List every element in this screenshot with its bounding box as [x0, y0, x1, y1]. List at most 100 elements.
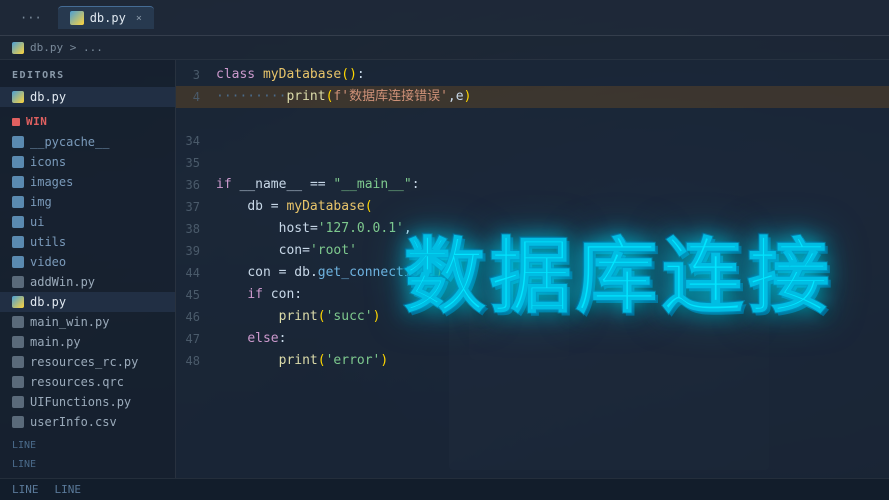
- status-line-bottom2: LINE: [0, 457, 175, 478]
- folder-label-video: video: [30, 255, 66, 269]
- line-content-37: db = myDatabase(: [216, 196, 889, 218]
- code-line-44: 44 con = db.get_connection(): [176, 262, 889, 284]
- line-num-4: 4: [176, 86, 216, 108]
- file-label-mainwin: main_win.py: [30, 315, 109, 329]
- sidebar-folder-pycache[interactable]: __pycache__: [0, 132, 175, 152]
- win-label: WIN: [26, 115, 47, 128]
- folder-icon-utils: [12, 236, 24, 248]
- tab-bar: ··· db.py ×: [0, 0, 889, 36]
- folder-icon-img: [12, 196, 24, 208]
- status-item-1: LINE: [12, 483, 39, 496]
- line-content-47: else:: [216, 328, 889, 350]
- folder-icon-ui: [12, 216, 24, 228]
- code-line-empty1: [176, 108, 889, 130]
- code-line-38: 38 host='127.0.0.1',: [176, 218, 889, 240]
- sidebar-file-userinfo[interactable]: userInfo.csv: [0, 412, 175, 432]
- folder-icon-pycache: [12, 136, 24, 148]
- file-icon-db: [12, 296, 24, 308]
- sidebar-file-resources-qrc[interactable]: resources.qrc: [0, 372, 175, 392]
- line-content-3: class myDatabase():: [216, 64, 889, 86]
- line-content-46: print('succ'): [216, 306, 889, 328]
- code-line-4: 4 ·········print(f'数据库连接错误',e): [176, 86, 889, 108]
- python-icon-small: [12, 91, 24, 103]
- breadcrumb-path: db.py > ...: [30, 41, 103, 54]
- sidebar-folder-images[interactable]: images: [0, 172, 175, 192]
- file-icon-resources-qrc: [12, 376, 24, 388]
- line-content-36: if __name__ == "__main__":: [216, 174, 889, 196]
- file-label-userinfo: userInfo.csv: [30, 415, 117, 429]
- code-line-47: 47 else:: [176, 328, 889, 350]
- folder-label-pycache: __pycache__: [30, 135, 109, 149]
- sidebar-folder-utils[interactable]: utils: [0, 232, 175, 252]
- sidebar-file-addwin[interactable]: addWin.py: [0, 272, 175, 292]
- sidebar-file-uifunctions[interactable]: UIFunctions.py: [0, 392, 175, 412]
- code-lines-container: 3 class myDatabase(): 4 ·········print(f…: [176, 60, 889, 376]
- line-num-36: 36: [176, 174, 216, 196]
- code-line-45: 45 if con:: [176, 284, 889, 306]
- status-item-2: LINE: [55, 483, 82, 496]
- tab-dots-label: ···: [20, 11, 42, 25]
- code-editor[interactable]: 3 class myDatabase(): 4 ·········print(f…: [176, 60, 889, 478]
- tab-inactive-dots[interactable]: ···: [8, 7, 54, 29]
- file-label-uifunctions: UIFunctions.py: [30, 395, 131, 409]
- line-content-39: con='root': [216, 240, 889, 262]
- tab-active-dbpy[interactable]: db.py ×: [58, 6, 154, 29]
- ide-container: ··· db.py × db.py > ... EDITORS db.py WI…: [0, 0, 889, 500]
- folder-label-images: images: [30, 175, 73, 189]
- sidebar-file-db[interactable]: db.py: [0, 292, 175, 312]
- code-line-34: 34: [176, 130, 889, 152]
- file-label-resources-rc: resources_rc.py: [30, 355, 138, 369]
- breadcrumb-bar: db.py > ...: [0, 36, 889, 60]
- line-num-45: 45: [176, 284, 216, 306]
- editors-filename: db.py: [30, 90, 66, 104]
- file-icon-addwin: [12, 276, 24, 288]
- code-line-39: 39 con='root': [176, 240, 889, 262]
- status-bar: LINE LINE: [0, 478, 889, 500]
- line-content-empty1: [216, 108, 889, 130]
- tab-filename: db.py: [90, 11, 126, 25]
- code-line-35: 35: [176, 152, 889, 174]
- sidebar-folder-video[interactable]: video: [0, 252, 175, 272]
- line-num-37: 37: [176, 196, 216, 218]
- line-content-45: if con:: [216, 284, 889, 306]
- code-line-46: 46 print('succ'): [176, 306, 889, 328]
- sidebar-editors-file[interactable]: db.py: [0, 87, 175, 107]
- file-label-addwin: addWin.py: [30, 275, 95, 289]
- code-line-36: 36 if __name__ == "__main__":: [176, 174, 889, 196]
- line-content-38: host='127.0.0.1',: [216, 218, 889, 240]
- line-num-35: 35: [176, 152, 216, 174]
- sidebar: EDITORS db.py WIN __pycache__ icons imag…: [0, 60, 176, 478]
- sidebar-folder-img[interactable]: img: [0, 192, 175, 212]
- folder-label-utils: utils: [30, 235, 66, 249]
- line-num-48: 48: [176, 350, 216, 372]
- sidebar-file-mainwin[interactable]: main_win.py: [0, 312, 175, 332]
- line-num-47: 47: [176, 328, 216, 350]
- sidebar-folder-ui[interactable]: ui: [0, 212, 175, 232]
- file-label-db: db.py: [30, 295, 66, 309]
- line-content-34: [216, 130, 889, 152]
- sidebar-folder-icons[interactable]: icons: [0, 152, 175, 172]
- win-section: WIN: [0, 107, 175, 132]
- line-num-34: 34: [176, 130, 216, 152]
- status-line-bottom: LINE: [0, 434, 175, 457]
- file-icon-userinfo: [12, 416, 24, 428]
- folder-label-img: img: [30, 195, 52, 209]
- file-icon-mainwin: [12, 316, 24, 328]
- sidebar-file-resources-rc[interactable]: resources_rc.py: [0, 352, 175, 372]
- win-indicator-icon: [12, 118, 20, 126]
- file-icon-main: [12, 336, 24, 348]
- line-num-44: 44: [176, 262, 216, 284]
- python-file-icon: [70, 11, 84, 25]
- sidebar-file-main[interactable]: main.py: [0, 332, 175, 352]
- folder-icon-icons: [12, 156, 24, 168]
- line-num-3: 3: [176, 64, 216, 86]
- line-num-46: 46: [176, 306, 216, 328]
- editors-section-header: EDITORS: [0, 60, 175, 87]
- file-icon-uifunctions: [12, 396, 24, 408]
- folder-icon-images: [12, 176, 24, 188]
- tab-close-button[interactable]: ×: [136, 13, 142, 24]
- folder-label-icons: icons: [30, 155, 66, 169]
- line-num-38: 38: [176, 218, 216, 240]
- line-content-44: con = db.get_connection(): [216, 262, 889, 284]
- code-line-48: 48 print('error'): [176, 350, 889, 372]
